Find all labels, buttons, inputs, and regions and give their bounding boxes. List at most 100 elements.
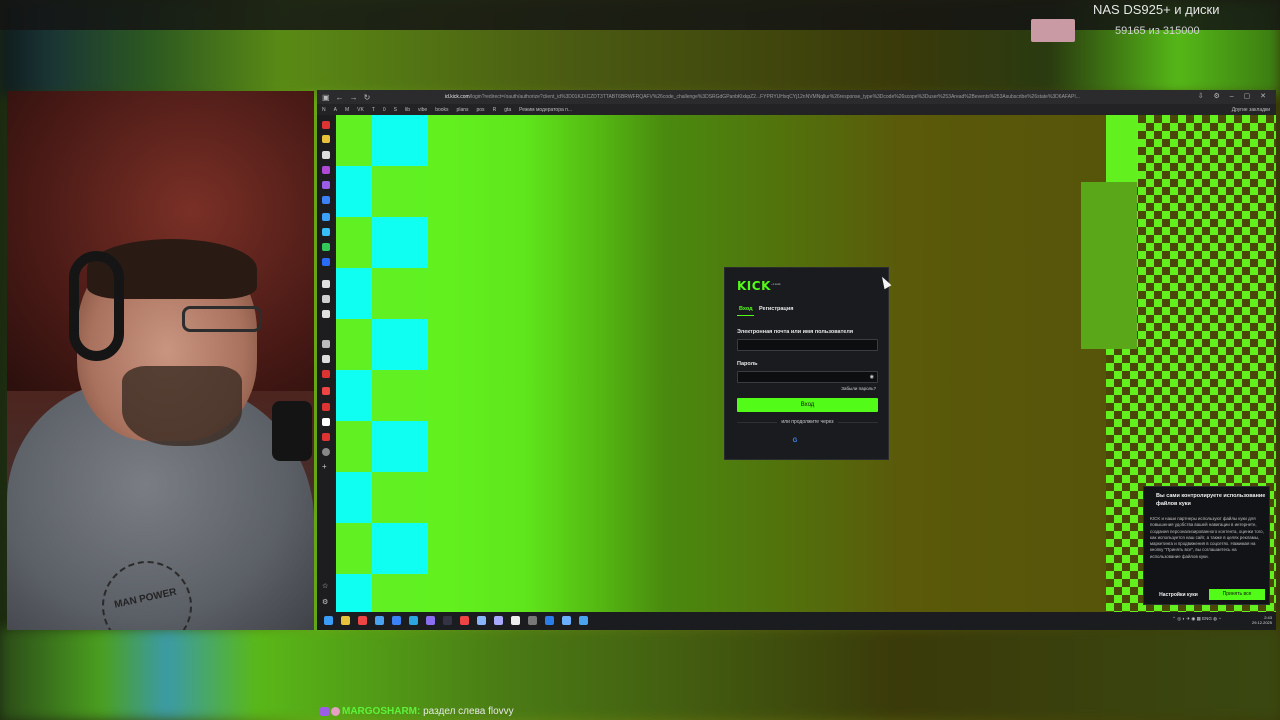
star-icon[interactable]: ☆ <box>322 583 330 591</box>
chat-message: MARGOSHARM: раздел слева flovvy <box>320 706 514 717</box>
chat-text: раздел слева flovvy <box>420 706 514 717</box>
bookmark-item[interactable]: lib <box>405 107 410 113</box>
clock-date: 29.12.2025 <box>1251 620 1272 625</box>
app-icon[interactable] <box>322 340 330 348</box>
app-icon[interactable] <box>511 616 520 625</box>
right-green-block <box>1081 182 1137 349</box>
tray-icons[interactable]: ⌃ ◎ ◐ ✈ ◉ ▦ ENG ◍ ◔ <box>1172 616 1221 622</box>
window-controls[interactable]: ⇩ ⚙ – ▢ ✕ <box>1198 92 1270 100</box>
app-icon[interactable] <box>426 616 435 625</box>
start-icon[interactable] <box>324 616 333 625</box>
other-bookmarks[interactable]: Другие закладки <box>1232 107 1270 113</box>
bookmark-item[interactable]: Режим модератора п... <box>519 107 572 113</box>
language-indicator[interactable]: ENG <box>1202 616 1212 621</box>
folder-icon[interactable] <box>322 135 330 143</box>
email-field[interactable] <box>737 339 878 351</box>
bookmark-item[interactable]: T <box>372 107 375 113</box>
right-checker-solid <box>1106 115 1138 183</box>
app-icon[interactable] <box>322 387 330 395</box>
cookie-settings-button[interactable]: Настройки куки <box>1150 590 1207 600</box>
bookmark-item[interactable]: plans <box>457 107 469 113</box>
bookmark-item[interactable]: R <box>493 107 497 113</box>
bookmark-item[interactable]: N <box>322 107 326 113</box>
app-icon[interactable] <box>443 616 452 625</box>
app-icon[interactable] <box>358 616 367 625</box>
sidebar-toggle-icon[interactable]: ▣ <box>322 93 330 102</box>
explorer-icon[interactable] <box>341 616 350 625</box>
overlay-goal-count: 59165 из 315000 <box>1115 25 1200 37</box>
app-icon[interactable] <box>322 196 330 204</box>
forgot-password-link[interactable]: Забыли пароль? <box>841 386 876 391</box>
bookmark-item[interactable]: vibe <box>418 107 427 113</box>
app-icon[interactable] <box>460 616 469 625</box>
apple-login-icon[interactable] <box>812 435 824 447</box>
app-icon[interactable] <box>322 181 330 189</box>
vscode-icon[interactable] <box>545 616 554 625</box>
address-bar[interactable]: id.kick.com/login?redirect=/oauth/author… <box>445 92 1085 103</box>
bookmark-item[interactable]: pos <box>477 107 485 113</box>
url-path: /login?redirect=/oauth/authorize?client_… <box>469 94 1080 100</box>
app-icon[interactable] <box>322 213 330 221</box>
windows-taskbar: ⌃ ◎ ◐ ✈ ◉ ▦ ENG ◍ ◔ 2:43 29.12.2025 <box>317 612 1276 630</box>
app-icon[interactable] <box>322 243 330 251</box>
bookmark-item[interactable]: A <box>334 107 337 113</box>
login-button[interactable]: Вход <box>737 398 878 412</box>
app-icon[interactable] <box>322 355 330 363</box>
app-icon[interactable] <box>322 310 330 318</box>
gear-icon[interactable]: ⚙ <box>322 599 330 607</box>
app-icon[interactable] <box>322 403 330 411</box>
bookmark-item[interactable]: M <box>345 107 349 113</box>
app-icon[interactable] <box>579 616 588 625</box>
app-icon[interactable] <box>322 370 330 378</box>
app-icon[interactable] <box>322 295 330 303</box>
app-icon[interactable] <box>322 258 330 266</box>
bookmark-item[interactable]: books <box>435 107 448 113</box>
app-icon[interactable] <box>528 616 537 625</box>
overlay-goal-title: NAS DS925+ и диски <box>1093 2 1220 17</box>
opera-icon[interactable] <box>322 121 330 129</box>
bookmark-item[interactable]: gta <box>504 107 511 113</box>
app-icon[interactable] <box>322 418 330 426</box>
bookmarks-bar: N A M VK T 0 S lib vibe books plans pos … <box>317 104 1276 115</box>
app-icon[interactable] <box>322 166 330 174</box>
bookmark-item[interactable]: VK <box>357 107 364 113</box>
login-modal: KICK.com Вход Регистрация Электронная по… <box>724 267 889 460</box>
subscriber-badge-icon <box>320 706 329 716</box>
bookmark-item[interactable]: 0 <box>383 107 386 113</box>
telegram-icon[interactable] <box>409 616 418 625</box>
app-icon[interactable] <box>375 616 384 625</box>
headphones <box>69 251 124 361</box>
bookmark-item[interactable]: S <box>394 107 397 113</box>
password-field[interactable]: ◉ <box>737 371 878 383</box>
cookie-consent-popup: Вы сами контролируете использование файл… <box>1143 486 1270 605</box>
url-host: id.kick.com <box>445 94 470 100</box>
stream-background-bottom <box>0 628 1280 720</box>
add-icon[interactable]: + <box>322 463 330 471</box>
app-icon[interactable] <box>322 151 330 159</box>
left-checker-pattern <box>336 115 431 612</box>
forward-arrow-icon[interactable]: → <box>350 93 358 102</box>
back-arrow-icon[interactable]: ← <box>336 93 344 102</box>
glasses <box>182 306 262 332</box>
app-icon[interactable] <box>392 616 401 625</box>
reload-icon[interactable]: ↻ <box>364 93 371 102</box>
tab-register[interactable]: Регистрация <box>759 306 793 312</box>
app-icon[interactable] <box>494 616 503 625</box>
app-icon[interactable] <box>322 433 330 441</box>
tab-login[interactable]: Вход <box>739 306 753 312</box>
accept-all-button[interactable]: Принять все <box>1209 589 1265 600</box>
browser-sidebar: + ☆ ⚙ <box>317 115 335 620</box>
app-icon[interactable] <box>322 280 330 288</box>
settings-icon[interactable] <box>322 448 330 456</box>
app-icon[interactable] <box>477 616 486 625</box>
microphone <box>272 401 312 461</box>
app-icon[interactable] <box>562 616 571 625</box>
stream-top-bar <box>0 0 1280 30</box>
eye-off-icon[interactable]: ◉ <box>870 374 874 380</box>
google-login-icon[interactable]: G <box>789 435 801 447</box>
webcam-feed: MAN POWER <box>7 91 314 630</box>
app-icon[interactable] <box>322 228 330 236</box>
clock[interactable]: 2:43 29.12.2025 <box>1252 615 1272 625</box>
cookie-body: KICK и наши партнеры используют файлы ку… <box>1150 516 1264 559</box>
webcam-beard <box>122 366 242 446</box>
